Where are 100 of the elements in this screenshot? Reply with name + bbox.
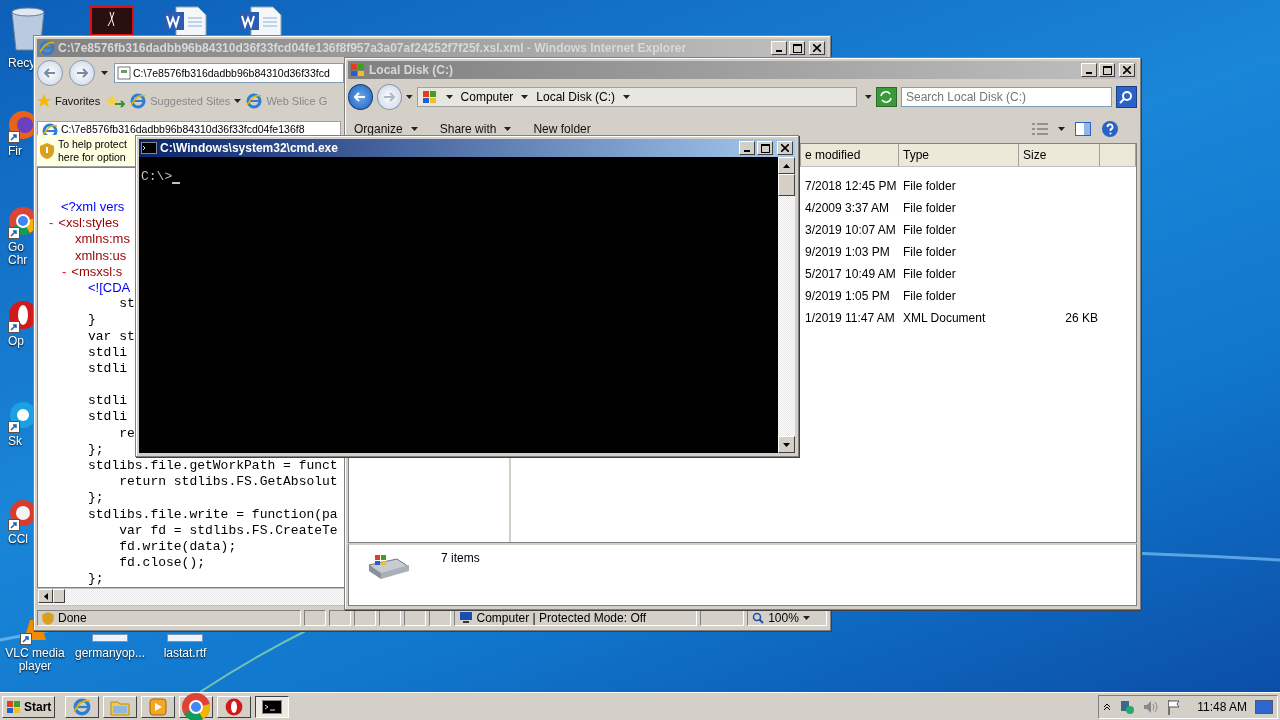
- toolbar-button[interactable]: Share with: [433, 122, 518, 136]
- caret-icon: [521, 95, 529, 99]
- command-prompt: C:\>: [141, 169, 173, 184]
- browser-tab[interactable]: C:\7e8576fb316dadbb96b84310d36f33fcd04fe136f8: [37, 121, 341, 135]
- caret-icon: [101, 71, 108, 75]
- code-line: var fd = stdlibs.FS.CreateTe: [118, 522, 338, 539]
- start-button[interactable]: Start: [2, 695, 56, 718]
- pdf-icon: [90, 6, 134, 36]
- shortcut-arrow-icon: [8, 227, 20, 239]
- maximize-icon: [760, 143, 770, 153]
- info-bar[interactable]: To help protect here for option: [37, 135, 135, 167]
- back-button[interactable]: [348, 84, 373, 110]
- view-list-icon: [1032, 123, 1048, 135]
- code-line: return stdlibs.FS.GetAbsolut: [118, 474, 338, 491]
- close-button[interactable]: [777, 141, 793, 155]
- opera-icon: [225, 697, 244, 716]
- vertical-scrollbar[interactable]: [778, 157, 795, 453]
- shield-warning-icon: [42, 611, 54, 625]
- clock[interactable]: 11:48 AM: [1197, 699, 1247, 714]
- date-cell-text: 7/2018 12:45 PM: [804, 179, 898, 193]
- back-arrow-icon: [354, 92, 367, 102]
- down-arrow-icon: [783, 442, 790, 447]
- maximize-icon: [792, 43, 802, 53]
- caret-icon: [1058, 127, 1065, 131]
- status-pane: [303, 610, 326, 626]
- refresh-button[interactable]: [875, 87, 897, 107]
- close-button[interactable]: [809, 41, 825, 55]
- icon-label: Fir: [8, 145, 23, 158]
- caret-icon: [445, 95, 453, 99]
- computer-icon: [458, 612, 473, 624]
- zone-text: Computer | Protected Mode: Off: [476, 611, 647, 625]
- caret-icon: [405, 95, 413, 99]
- xml-line: - <msxsl:s: [61, 263, 123, 280]
- forward-arrow-icon: [383, 92, 396, 102]
- date-cell-text: 4/2009 3:37 AM: [804, 201, 891, 215]
- favorites-button[interactable]: Favorites: [55, 95, 101, 107]
- code-line: };: [87, 571, 104, 587]
- shortcut-arrow-icon: [20, 633, 32, 645]
- caret-icon: [504, 127, 512, 131]
- close-button[interactable]: [1119, 63, 1135, 77]
- maximize-button[interactable]: [789, 41, 805, 55]
- up-arrow-icon: [783, 163, 790, 168]
- window-title: Local Disk (C:): [369, 63, 454, 77]
- code-line: stdli: [87, 392, 127, 410]
- code-line: var st: [87, 328, 135, 345]
- caret-icon: [865, 95, 872, 99]
- toolbar-button[interactable]: New folder: [527, 122, 597, 136]
- scroll-thumb[interactable]: [778, 174, 795, 196]
- maximize-icon: [1102, 65, 1112, 75]
- column-header[interactable]: e modified: [801, 144, 899, 166]
- text-cursor: [172, 182, 181, 184]
- search-field[interactable]: Search Local Disk (C:): [900, 87, 1112, 107]
- scroll-left-button[interactable]: [38, 589, 53, 603]
- search-button[interactable]: [1115, 86, 1137, 108]
- play-icon: [149, 697, 168, 716]
- info-text: To help protect: [58, 137, 127, 151]
- column-header[interactable]: Type: [899, 144, 1019, 166]
- code-line: stdli: [87, 344, 127, 361]
- taskbar-app[interactable]: [255, 695, 290, 718]
- type-cell-text: File folder: [902, 289, 957, 303]
- code-line: stdli: [87, 360, 127, 378]
- caret-icon: [623, 95, 630, 99]
- minimize-button[interactable]: [1081, 63, 1097, 77]
- code-line: fd.write(data);: [118, 538, 237, 556]
- horizontal-scrollbar[interactable]: [37, 588, 345, 606]
- breadcrumb-item[interactable]: Computer: [460, 90, 514, 104]
- breadcrumb-bar[interactable]: Computer Local Disk (C:): [416, 87, 858, 107]
- maximize-button[interactable]: [757, 141, 773, 155]
- star-icon: [37, 94, 51, 108]
- date-cell-text: 9/2019 1:05 PM: [804, 289, 891, 303]
- minimize-button[interactable]: [739, 141, 755, 155]
- shortcut-arrow-icon: [8, 519, 20, 531]
- scroll-down-button[interactable]: [778, 436, 795, 453]
- speaker-icon: [1143, 699, 1160, 714]
- forward-button[interactable]: [69, 60, 95, 86]
- size-cell-text: 26 KB: [1064, 311, 1099, 325]
- breadcrumb-item[interactable]: Local Disk (C:): [536, 90, 615, 104]
- shortcut-arrow-icon: [8, 421, 20, 433]
- column-header[interactable]: Size: [1019, 144, 1100, 166]
- word-document-icon: [237, 6, 285, 36]
- maximize-button[interactable]: [1099, 63, 1115, 77]
- date-cell-text: 3/2019 10:07 AM: [804, 223, 897, 237]
- code-line: fd.close();: [118, 555, 206, 572]
- code-line: };: [87, 441, 104, 458]
- word-document-icon: [162, 6, 210, 36]
- scroll-thumb[interactable]: [53, 589, 65, 603]
- preview-pane-icon: [1075, 122, 1091, 136]
- network-icon: [1119, 698, 1136, 715]
- date-cell-text: 5/2017 10:49 AM: [804, 267, 897, 281]
- icon-label: Sk: [8, 435, 23, 448]
- address-bar[interactable]: C:\7e8576fb316dadbb96b84310d36f33fcd: [114, 63, 344, 83]
- minimize-button[interactable]: [771, 41, 787, 55]
- window-title: C:\Windows\system32\cmd.exe: [160, 141, 339, 155]
- console-icon: [141, 142, 157, 154]
- scroll-up-button[interactable]: [778, 157, 795, 174]
- browser-e-icon: [73, 697, 92, 716]
- toolbar-button[interactable]: Organize: [348, 122, 424, 136]
- code-line: stdlibs.file.write = function(pa: [87, 506, 338, 523]
- code-line: st: [118, 296, 135, 313]
- close-icon: [1123, 66, 1131, 74]
